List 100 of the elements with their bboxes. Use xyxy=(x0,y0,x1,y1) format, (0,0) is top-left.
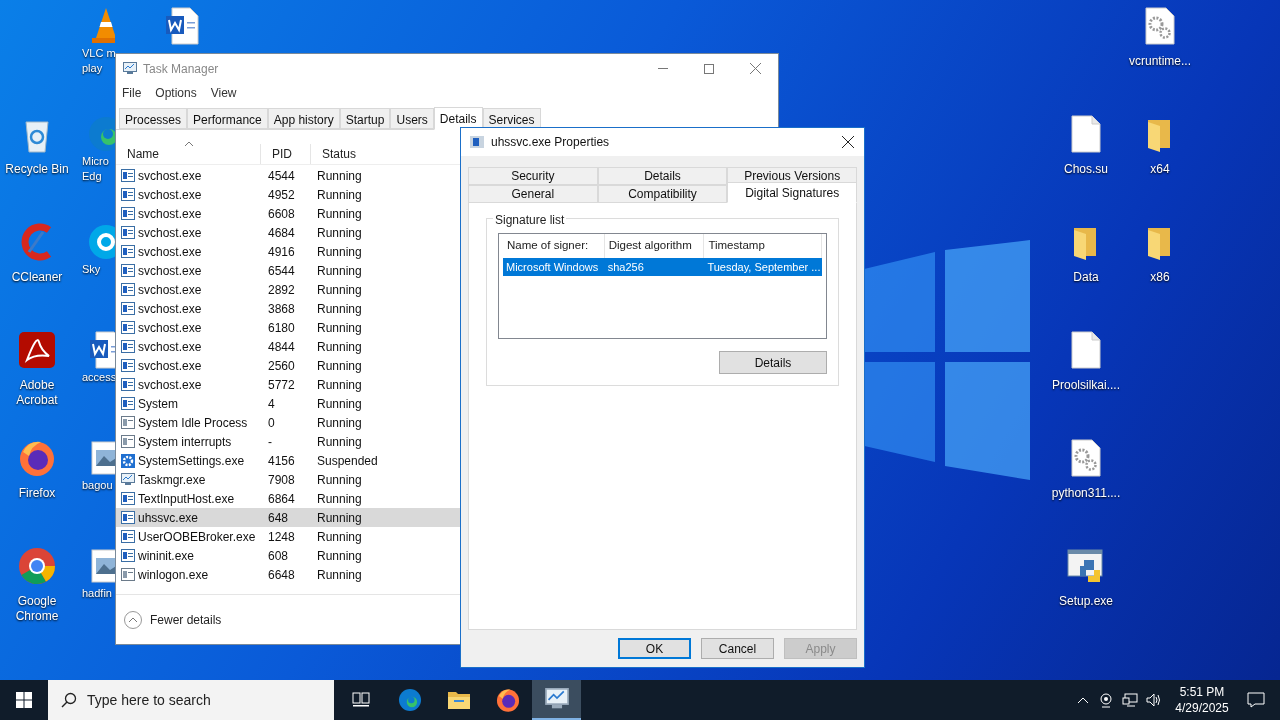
speaker-icon[interactable] xyxy=(1146,693,1162,707)
pid-cell-text: 6180 xyxy=(267,319,296,337)
icon-label[interactable]: Google Chrome xyxy=(15,594,59,624)
icon-label[interactable]: Recycle Bin xyxy=(5,162,69,177)
icon-label: VLC m xyxy=(81,46,115,61)
process-row[interactable]: Taskmgr.exe 7908 Running xyxy=(116,470,778,489)
icon-label[interactable]: x86 xyxy=(1150,270,1170,285)
icon-label: hadfin xyxy=(81,586,112,601)
minimize-icon xyxy=(658,68,668,69)
window-icon xyxy=(121,169,135,182)
icon-label: Micro xyxy=(81,154,109,169)
pid-cell-text: 7908 xyxy=(267,471,296,489)
dialog-button[interactable]: Cancel xyxy=(701,638,774,659)
process-name: svchost.exe xyxy=(138,376,202,394)
tab[interactable]: Processes xyxy=(119,108,188,129)
pid-cell-text: 608 xyxy=(267,547,290,565)
status-cell-text: Running xyxy=(316,243,363,261)
status-cell-text: Running xyxy=(316,205,363,223)
icon-label[interactable]: Setup.exe xyxy=(1058,594,1113,609)
collapse-chevron-icon[interactable] xyxy=(124,610,142,629)
process-row[interactable]: svchost.exe 6180 Running xyxy=(116,318,778,337)
column-header[interactable]: PID xyxy=(261,144,311,164)
icon-label[interactable]: Adobe Acrobat xyxy=(16,378,58,408)
status-cell-text: Running xyxy=(316,566,363,584)
tab[interactable]: Security xyxy=(468,167,598,185)
table-cell-text: Microsoft Windows xyxy=(505,259,600,275)
status-cell-text: Running xyxy=(316,224,363,242)
icon-label[interactable]: CCleaner xyxy=(11,270,63,285)
process-name: UserOOBEBroker.exe xyxy=(138,528,256,546)
pid-cell-text: 4952 xyxy=(267,186,296,204)
pid-cell-text: 0 xyxy=(267,414,276,432)
status-cell-text: Running xyxy=(316,414,363,432)
acrobat-icon xyxy=(17,330,57,370)
process-name: svchost.exe xyxy=(138,205,202,223)
task-view-icon xyxy=(351,692,370,708)
process-name: svchost.exe xyxy=(138,281,202,299)
tab[interactable]: General xyxy=(468,185,598,203)
tab[interactable]: Compatibility xyxy=(597,185,728,203)
process-row[interactable]: svchost.exe 5772 Running xyxy=(116,375,778,394)
tab[interactable]: Performance xyxy=(187,108,268,129)
process-name: svchost.exe xyxy=(138,243,202,261)
pid-cell-text: 6864 xyxy=(267,490,296,508)
status-cell-text: Running xyxy=(316,338,363,356)
menu-item[interactable]: Options xyxy=(155,84,197,102)
process-row[interactable]: UserOOBEBroker.exe 1248 Running xyxy=(116,527,778,546)
dialog-button[interactable]: OK xyxy=(618,638,691,659)
icon-label[interactable]: Data xyxy=(1073,270,1099,285)
process-name: TextInputHost.exe xyxy=(138,490,235,508)
tab[interactable]: Startup xyxy=(339,108,391,129)
firefox-icon xyxy=(494,687,521,713)
chevron-up-icon[interactable] xyxy=(1077,696,1089,704)
process-row[interactable]: wininit.exe 608 Running xyxy=(116,546,778,565)
taskbar-app-button[interactable] xyxy=(532,680,581,720)
status-cell-text: Running xyxy=(316,262,363,280)
process-row[interactable]: System interrupts - Running xyxy=(116,432,778,451)
pid-cell-text: 4544 xyxy=(267,167,296,185)
process-name: svchost.exe xyxy=(138,319,202,337)
network-icon[interactable] xyxy=(1122,693,1138,707)
icon-label[interactable]: python311.... xyxy=(1051,486,1121,501)
process-row[interactable]: SystemSettings.exe 4156 Suspended xyxy=(116,451,778,470)
process-row[interactable]: winlogon.exe 6648 Running xyxy=(116,565,778,584)
edge-icon xyxy=(396,687,423,713)
tab[interactable]: App history xyxy=(267,108,340,129)
process-row[interactable]: TextInputHost.exe 6864 Running xyxy=(116,489,778,508)
icon-label[interactable]: vcruntime... xyxy=(1129,54,1191,69)
signature-row[interactable]: Microsoft Windows sha256 Tuesday, September ... xyxy=(503,258,822,276)
status-cell-text: Running xyxy=(316,509,363,527)
tab[interactable]: Details xyxy=(597,167,728,185)
tab[interactable]: Users xyxy=(390,108,434,129)
tab[interactable]: Digital Signatures xyxy=(727,182,857,203)
pid-cell-text: 6608 xyxy=(267,205,296,223)
process-name: svchost.exe xyxy=(138,300,202,318)
column-header[interactable]: Name xyxy=(116,144,261,164)
pid-cell-text: 4156 xyxy=(267,452,296,470)
pid-cell-text: 2560 xyxy=(267,357,296,375)
process-name: wininit.exe xyxy=(138,547,195,565)
process-row[interactable]: System Idle Process 0 Running xyxy=(116,413,778,432)
status-cell-text: Running xyxy=(316,528,363,546)
clock-time: 5:51 PM xyxy=(1179,684,1225,700)
process-row[interactable]: System 4 Running xyxy=(116,394,778,413)
icon-label[interactable]: x64 xyxy=(1150,162,1170,177)
monitor-chart-icon xyxy=(544,688,569,710)
pid-cell-text: 648 xyxy=(267,509,290,527)
fewer-details-link[interactable]: Fewer details xyxy=(150,610,222,629)
process-row[interactable]: svchost.exe 2892 Running xyxy=(116,280,778,299)
menu-item[interactable]: View xyxy=(210,84,237,102)
status-cell-text: Running xyxy=(316,376,363,394)
icon-label[interactable]: Chos.su xyxy=(1064,162,1108,177)
menu-item[interactable]: File xyxy=(122,84,142,102)
icon-label[interactable]: Firefox xyxy=(18,486,56,501)
process-name: svchost.exe xyxy=(138,262,202,280)
icon-label[interactable]: Proolsilkai.... xyxy=(1052,378,1120,393)
search-field[interactable]: Type here to search xyxy=(48,680,334,720)
status-cell-text: Running xyxy=(316,300,363,318)
details-button[interactable]: Details xyxy=(719,351,827,374)
monitor-chart-icon xyxy=(123,62,137,75)
window-icon xyxy=(121,226,135,239)
clock[interactable]: 5:51 PM 4/29/2025 xyxy=(1172,684,1232,716)
process-row[interactable]: svchost.exe 3868 Running xyxy=(116,299,778,318)
webcam-icon[interactable] xyxy=(1099,692,1113,708)
